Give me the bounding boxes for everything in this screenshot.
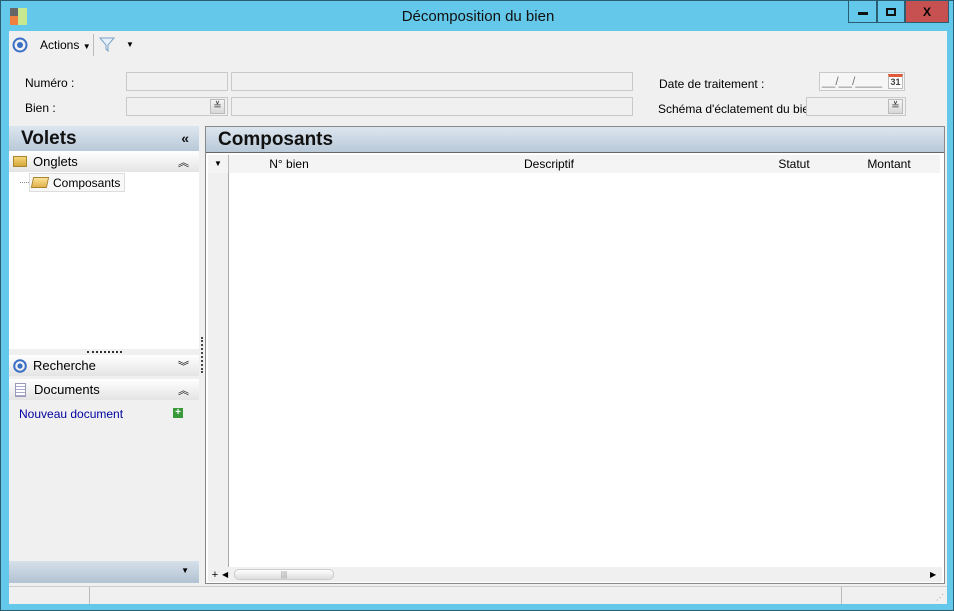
toolbar-separator (93, 34, 94, 56)
numero-description-field (231, 72, 633, 91)
grid-menu-icon[interactable]: ▼ (208, 155, 229, 173)
target-icon (13, 358, 27, 373)
onglets-section-header[interactable]: Onglets ︽ (9, 151, 199, 172)
filter-dropdown-icon[interactable]: ▼ (126, 40, 134, 49)
schema-select[interactable]: ≚ (806, 97, 906, 116)
actions-menu[interactable]: Actions ▼ (40, 38, 91, 52)
actions-label: Actions (40, 38, 80, 52)
volets-title: Volets (21, 128, 77, 149)
dropdown-arrow-icon[interactable]: ▼ (181, 566, 189, 575)
collapse-section-icon[interactable]: ︽ (178, 154, 189, 170)
documents-body: Nouveau document + (9, 400, 199, 424)
volets-panel: Volets « Onglets ︽ Composants Recherche ︾ D… (9, 126, 199, 583)
onglets-label: Onglets (33, 154, 78, 169)
window-title: Décomposition du bien (401, 8, 555, 25)
calendar-icon[interactable]: 31 (888, 74, 903, 89)
recherche-section-header[interactable]: Recherche ︾ (9, 355, 199, 376)
documents-section-header[interactable]: Documents ︽ (9, 379, 199, 400)
numero-label: Numéro : (25, 76, 75, 90)
nouveau-document-link[interactable]: Nouveau document (19, 407, 123, 421)
onglets-tree: Composants (9, 172, 199, 349)
maximize-button[interactable] (877, 1, 905, 23)
expand-section-icon[interactable]: ︾ (178, 358, 189, 374)
client-area: Actions ▼ ▼ Numéro : Bien : ≚ Date de tr… (9, 31, 947, 604)
add-row-icon[interactable]: + (208, 569, 222, 581)
date-value: __/__/____ (822, 74, 883, 88)
app-icon (10, 8, 27, 25)
scroll-thumb[interactable]: ||| (234, 569, 334, 580)
status-cell (90, 587, 842, 604)
recherche-label: Recherche (33, 358, 96, 373)
target-icon[interactable] (12, 37, 28, 53)
window: Décomposition du bien X Actions ▼ ▼ Numé… (0, 0, 954, 611)
composants-header: Composants (206, 127, 944, 152)
panel-footer: ▼ (9, 561, 199, 583)
volets-header: Volets « (9, 126, 199, 151)
folder-icon (13, 156, 27, 167)
resize-grip[interactable]: ⋰ (842, 587, 947, 604)
tree-item-composants[interactable]: Composants (29, 173, 126, 192)
column-header-statut[interactable]: Statut (749, 155, 839, 173)
scroll-right-icon[interactable]: ▶ (930, 570, 942, 579)
column-header-descriptif[interactable]: Descriptif (349, 155, 749, 173)
tree-line (20, 182, 29, 183)
minimize-button[interactable] (848, 1, 877, 23)
column-header-nbien[interactable]: N° bien (229, 155, 349, 173)
date-label: Date de traitement : (659, 77, 765, 91)
composants-panel: Composants ▼ N° bien Descriptif Statut M… (205, 126, 945, 584)
horizontal-scrollbar[interactable]: + ◀ ||| ▶ (208, 567, 942, 582)
document-icon (15, 382, 26, 397)
vertical-splitter[interactable] (201, 337, 203, 373)
bien-description-field (231, 97, 633, 116)
close-button[interactable]: X (905, 1, 949, 23)
documents-label: Documents (34, 382, 100, 397)
open-folder-icon (30, 177, 50, 188)
row-selector-column (208, 173, 229, 567)
numero-input[interactable] (126, 72, 228, 91)
bien-select[interactable]: ≚ (126, 97, 228, 116)
tree-item-label: Composants (53, 175, 121, 190)
collapse-section-icon[interactable]: ︽ (178, 382, 189, 398)
dropdown-arrow-icon: ▼ (82, 42, 91, 51)
double-chevron-down-icon[interactable]: ≚ (210, 99, 225, 114)
collapse-panel-icon[interactable]: « (181, 126, 189, 151)
status-bar: ⋰ (9, 586, 947, 604)
add-icon[interactable]: + (173, 408, 183, 418)
scroll-left-icon[interactable]: ◀ (222, 570, 234, 579)
status-cell (9, 587, 90, 604)
schema-label: Schéma d'éclatement du bien : (658, 102, 823, 116)
filter-icon[interactable] (98, 35, 116, 53)
bien-label: Bien : (25, 101, 56, 115)
column-header-montant[interactable]: Montant (839, 155, 939, 173)
grid-header: ▼ N° bien Descriptif Statut Montant (208, 155, 940, 173)
double-chevron-down-icon[interactable]: ≚ (888, 99, 903, 114)
